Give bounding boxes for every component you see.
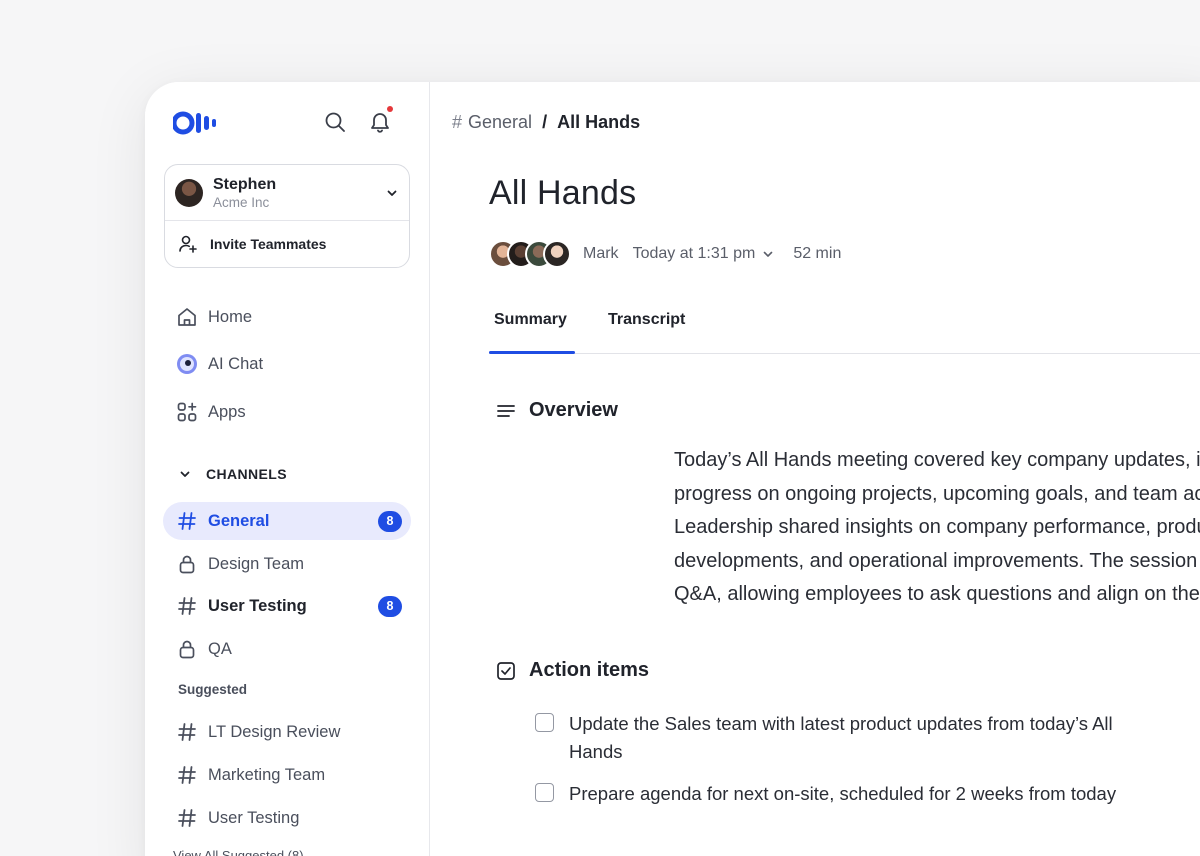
checkbox-checked-icon <box>495 660 517 682</box>
chevron-down-icon[interactable] <box>761 247 775 261</box>
participant-avatars[interactable] <box>489 240 571 268</box>
invite-teammates-button[interactable]: Invite Teammates <box>165 221 409 267</box>
action-item-text: Prepare agenda for next on-site, schedul… <box>569 783 1117 804</box>
nav-label: AI Chat <box>208 354 264 373</box>
avatar <box>543 240 571 268</box>
hash-icon: # <box>452 112 463 132</box>
add-user-icon <box>179 235 197 253</box>
overview-line: progress on ongoing projects, upcoming g… <box>674 482 1200 505</box>
tab-bar: Summary Transcript <box>489 292 1200 354</box>
hash-icon <box>176 721 198 743</box>
user-name: Stephen <box>213 175 277 193</box>
action-item: Prepare agenda for next on-site, schedul… <box>535 780 1129 808</box>
apps-icon <box>176 401 198 423</box>
action-items-title: Action items <box>529 659 650 681</box>
channels-toggle[interactable]: CHANNELS <box>178 466 287 482</box>
bell-icon[interactable] <box>368 110 392 134</box>
suggested-heading: Suggested <box>178 682 248 697</box>
breadcrumb: # General / All Hands <box>452 112 640 133</box>
app-window: Stephen Acme Inc Invite Teammates Home A… <box>145 82 1200 856</box>
action-items-section-header: Action items <box>495 659 649 682</box>
account-card: Stephen Acme Inc Invite Teammates <box>164 164 410 268</box>
search-icon[interactable] <box>323 110 347 134</box>
page-title: All Hands <box>489 174 637 212</box>
channel-name: User Testing <box>208 596 307 615</box>
channel-name: General <box>208 511 270 530</box>
channel-general[interactable]: General 8 <box>163 502 411 540</box>
suggested-lt-design-review[interactable]: LT Design Review <box>163 713 411 751</box>
channel-name: LT Design Review <box>208 722 341 741</box>
active-tab-indicator <box>489 351 575 354</box>
lock-icon <box>176 553 198 575</box>
tab-transcript[interactable]: Transcript <box>608 311 685 329</box>
channel-user-testing[interactable]: User Testing 8 <box>163 587 411 625</box>
channels-heading: CHANNELS <box>206 466 287 482</box>
meeting-owner: Mark <box>583 245 619 262</box>
invite-label: Invite Teammates <box>210 236 327 252</box>
suggested-marketing-team[interactable]: Marketing Team <box>163 756 411 794</box>
hash-icon <box>176 595 198 617</box>
otter-logo[interactable] <box>173 111 233 135</box>
action-item-text: Update the Sales team with latest produc… <box>569 713 1113 762</box>
hash-icon <box>176 807 198 829</box>
overview-section-header: Overview <box>495 399 618 422</box>
channel-name: User Testing <box>208 808 300 827</box>
home-icon <box>176 306 198 328</box>
channel-qa[interactable]: QA <box>163 630 411 668</box>
unread-badge: 8 <box>378 510 402 532</box>
channel-name: Design Team <box>208 554 304 573</box>
sidebar: Stephen Acme Inc Invite Teammates Home A… <box>145 82 430 856</box>
suggested-user-testing[interactable]: User Testing <box>163 799 411 837</box>
meeting-meta: Mark Today at 1:31 pm 52 min <box>489 238 841 270</box>
text-lines-icon <box>495 400 517 422</box>
breadcrumb-current: All Hands <box>557 112 641 132</box>
breadcrumb-parent-link[interactable]: General <box>468 112 532 133</box>
lock-icon <box>176 638 198 660</box>
channel-name: QA <box>208 639 232 658</box>
overview-line: Leadership shared insights on company pe… <box>674 516 1200 538</box>
overview-text: Today’s All Hands meeting covered key co… <box>674 444 1200 612</box>
user-org: Acme Inc <box>213 194 270 210</box>
chevron-down-icon <box>387 190 397 196</box>
nav-item-home[interactable]: Home <box>176 302 252 332</box>
ai-chat-icon <box>176 353 198 375</box>
tab-summary[interactable]: Summary <box>494 311 567 329</box>
channel-name: Marketing Team <box>208 765 326 784</box>
hash-icon <box>176 510 198 532</box>
nav-label: Home <box>208 307 253 326</box>
account-switcher[interactable]: Stephen Acme Inc <box>165 165 409 221</box>
avatar <box>175 178 203 207</box>
nav-item-ai-chat[interactable]: AI Chat <box>176 349 263 379</box>
action-item-checkbox[interactable] <box>535 783 554 802</box>
nav-label: Apps <box>208 402 246 421</box>
channel-design-team[interactable]: Design Team <box>163 545 411 583</box>
nav-item-apps[interactable]: Apps <box>176 397 246 427</box>
main-content: # General / All Hands All Hands Mark Tod… <box>431 82 1200 856</box>
breadcrumb-separator: / <box>542 112 548 132</box>
meeting-time[interactable]: Today at 1:31 pm <box>633 245 756 263</box>
meeting-duration: 52 min <box>793 245 842 262</box>
overview-line: Q&A, allowing employees to ask questions… <box>674 583 1200 605</box>
overview-title: Overview <box>529 399 618 421</box>
notification-dot <box>387 106 393 112</box>
action-item-checkbox[interactable] <box>535 713 554 732</box>
overview-line: Today’s All Hands meeting covered key co… <box>674 449 1200 471</box>
view-all-suggested-link[interactable]: View All Suggested (8) <box>173 848 304 856</box>
overview-line: developments, and operational improvemen… <box>674 549 1200 572</box>
hash-icon <box>176 764 198 786</box>
unread-badge: 8 <box>378 595 402 617</box>
chevron-down-icon <box>180 471 190 477</box>
action-item: Update the Sales team with latest produc… <box>535 710 1129 766</box>
